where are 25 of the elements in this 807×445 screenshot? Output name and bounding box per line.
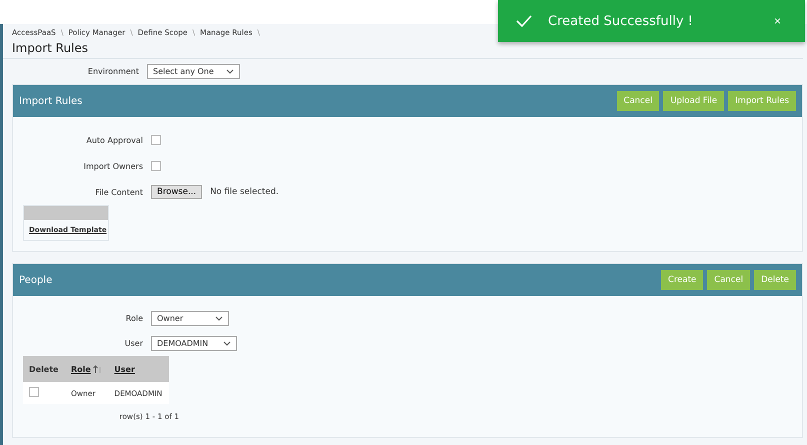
panel-title: Import Rules — [19, 96, 82, 106]
field-label: Import Owners — [82, 162, 143, 170]
browse-button[interactable]: Browse... — [151, 185, 202, 199]
chevron-down-icon — [223, 341, 231, 346]
checkmark-icon — [516, 15, 532, 27]
field-label: User — [124, 339, 143, 348]
checkbox[interactable] — [151, 161, 161, 171]
toast-message: Created Successfully ! — [548, 14, 694, 28]
file-status: No file selected. — [210, 187, 279, 197]
chevron-down-icon — [226, 68, 234, 74]
field-label: Auto Approval — [85, 136, 143, 144]
dropdown-select[interactable]: Owner — [151, 311, 229, 326]
sortable-column-header[interactable]: Role — [70, 364, 91, 374]
panel-title: People — [19, 274, 52, 286]
column-header: Delete — [29, 364, 58, 374]
checkbox[interactable] — [151, 135, 161, 145]
chevron-down-icon — [215, 316, 223, 321]
environment-select[interactable]: Select any One — [147, 64, 240, 78]
dropdown-select[interactable]: DEMOADMIN — [151, 336, 237, 351]
sortable-column-header[interactable]: User — [114, 364, 135, 374]
field-label: Role — [124, 314, 143, 323]
row-checkbox[interactable] — [29, 387, 39, 397]
field-label: Environment — [86, 66, 139, 76]
field-label: File Content — [94, 188, 143, 196]
sort-icon — [92, 365, 102, 373]
